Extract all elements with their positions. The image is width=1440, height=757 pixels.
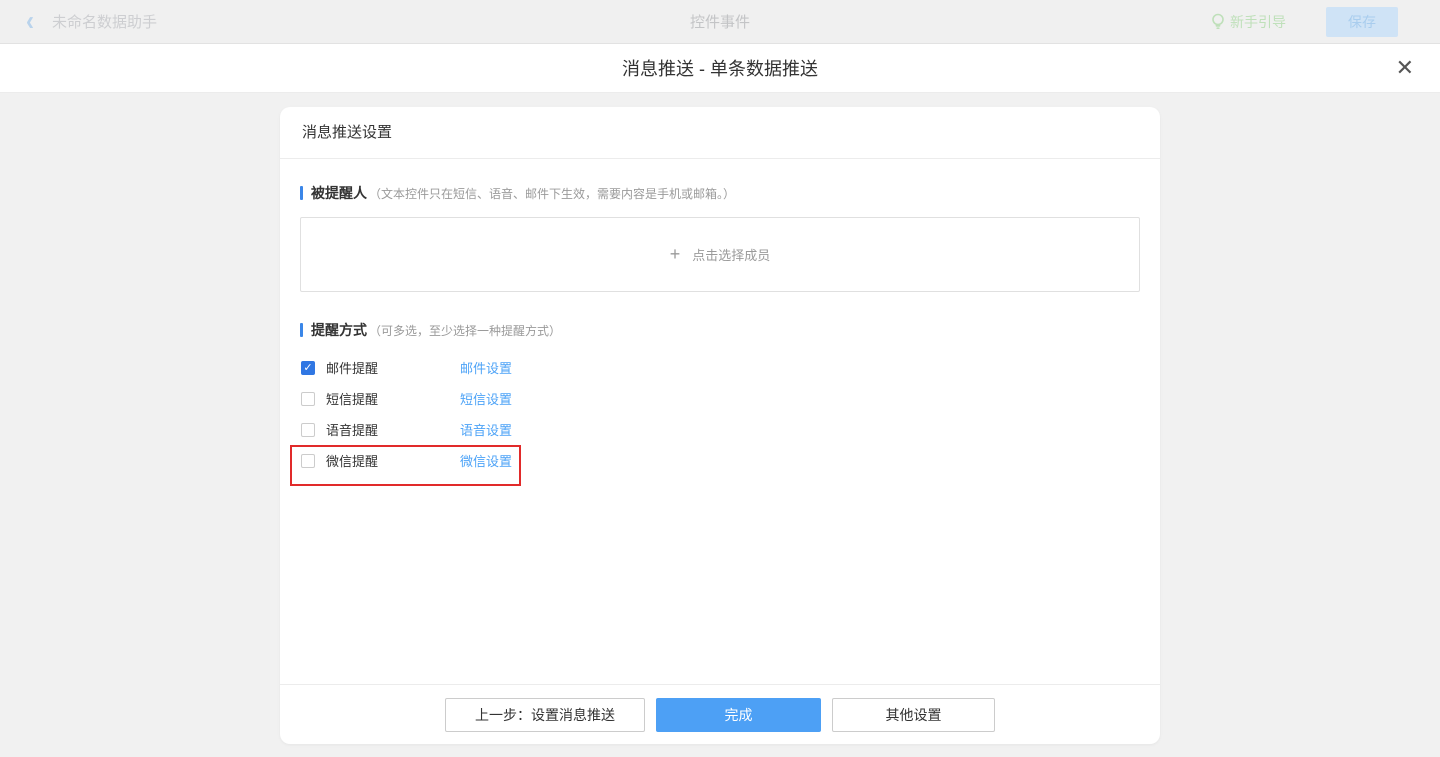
modal-body-background: 消息推送设置 被提醒人 （文本控件只在短信、语音、邮件下生效，需要内容是手机或邮… <box>0 107 1440 757</box>
card-title: 消息推送设置 <box>280 107 1160 159</box>
reminder-hint: （可多选，至少选择一种提醒方式） <box>369 322 561 339</box>
reminder-row-voice: 语音提醒 语音设置 <box>300 414 1140 445</box>
voice-reminder-label: 语音提醒 <box>326 420 460 439</box>
recipients-hint: （文本控件只在短信、语音、邮件下生效，需要内容是手机或邮箱。） <box>369 185 735 202</box>
reminder-row-email: ✓ 邮件提醒 邮件设置 <box>300 352 1140 383</box>
card-footer: 上一步：设置消息推送 完成 其他设置 <box>280 684 1160 744</box>
select-member-box[interactable]: + 点击选择成员 <box>300 217 1140 292</box>
top-bar: ‹ 未命名数据助手 控件事件 新手引导 保存 <box>0 0 1440 44</box>
modal-header: 消息推送 - 单条数据推送 ✕ <box>0 44 1440 93</box>
beginner-guide-label: 新手引导 <box>1230 12 1286 32</box>
wechat-settings-link[interactable]: 微信设置 <box>460 451 512 470</box>
reminder-label: 提醒方式 <box>311 320 367 340</box>
sms-settings-link[interactable]: 短信设置 <box>460 389 512 408</box>
section-accent-bar <box>300 323 303 337</box>
other-settings-button[interactable]: 其他设置 <box>832 698 995 732</box>
email-reminder-checkbox[interactable]: ✓ <box>301 361 315 375</box>
wechat-reminder-checkbox[interactable] <box>301 454 315 468</box>
reminder-row-sms: 短信提醒 短信设置 <box>300 383 1140 414</box>
plus-icon: + <box>670 244 681 265</box>
wechat-reminder-label: 微信提醒 <box>326 451 460 470</box>
lightbulb-icon <box>1211 13 1225 31</box>
done-button[interactable]: 完成 <box>656 698 821 732</box>
recipients-section-title: 被提醒人 （文本控件只在短信、语音、邮件下生效，需要内容是手机或邮箱。） <box>300 183 1140 203</box>
recipients-label: 被提醒人 <box>311 183 367 203</box>
save-button[interactable]: 保存 <box>1326 7 1398 37</box>
back-button[interactable]: ‹ 未命名数据助手 <box>0 11 157 32</box>
email-reminder-label: 邮件提醒 <box>326 358 460 377</box>
select-member-label: 点击选择成员 <box>692 245 770 264</box>
reminder-row-wechat: 微信提醒 微信设置 <box>300 445 1140 476</box>
reminder-section-title: 提醒方式 （可多选，至少选择一种提醒方式） <box>300 320 1140 340</box>
close-icon[interactable]: ✕ <box>1396 57 1414 79</box>
previous-step-button[interactable]: 上一步：设置消息推送 <box>445 698 645 732</box>
voice-settings-link[interactable]: 语音设置 <box>460 420 512 439</box>
beginner-guide-button[interactable]: 新手引导 <box>1211 12 1286 32</box>
sms-reminder-label: 短信提醒 <box>326 389 460 408</box>
sms-reminder-checkbox[interactable] <box>301 392 315 406</box>
reminder-rows: ✓ 邮件提醒 邮件设置 短信提醒 短信设置 语音提醒 语音设置 <box>300 352 1140 476</box>
email-settings-link[interactable]: 邮件设置 <box>460 358 512 377</box>
section-accent-bar <box>300 186 303 200</box>
back-chevron-icon: ‹ <box>26 10 34 33</box>
voice-reminder-checkbox[interactable] <box>301 423 315 437</box>
document-title: 未命名数据助手 <box>52 11 157 32</box>
message-push-settings-card: 消息推送设置 被提醒人 （文本控件只在短信、语音、邮件下生效，需要内容是手机或邮… <box>280 107 1160 744</box>
modal-title: 消息推送 - 单条数据推送 <box>622 55 818 81</box>
